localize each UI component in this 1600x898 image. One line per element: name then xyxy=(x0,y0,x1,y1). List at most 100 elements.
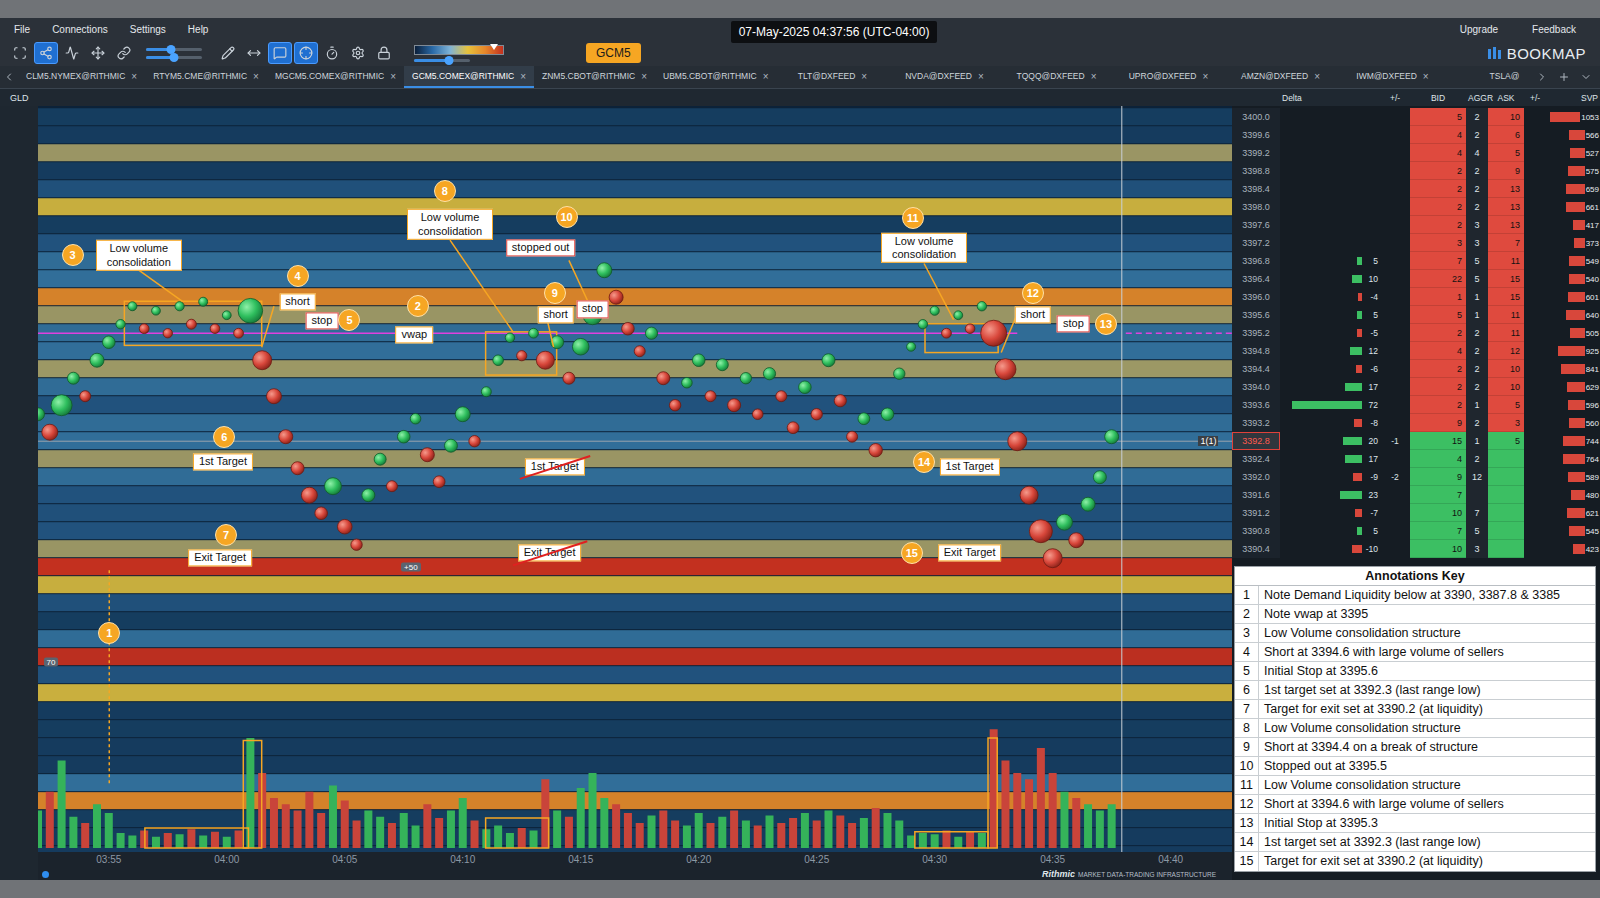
tab-close[interactable]: × xyxy=(1202,71,1208,82)
tab-close[interactable]: × xyxy=(1314,71,1320,82)
trade-bubble[interactable] xyxy=(1008,432,1027,451)
trade-bubble[interactable] xyxy=(977,302,986,311)
trade-bubble[interactable] xyxy=(337,519,352,534)
ask-cell[interactable] xyxy=(1488,540,1524,558)
trade-bubble[interactable] xyxy=(291,462,304,475)
bid-cell[interactable]: 22 xyxy=(1410,270,1466,288)
trade-bubble[interactable] xyxy=(517,351,527,361)
instrument-tab[interactable]: RTYM5.CME@RITHMIC× xyxy=(145,66,267,88)
trade-bubble[interactable] xyxy=(139,324,149,334)
trade-bubble[interactable] xyxy=(1081,497,1095,511)
trade-bubble[interactable] xyxy=(175,302,184,311)
trade-bubble[interactable] xyxy=(1093,471,1106,484)
header-cell[interactable]: Delta xyxy=(1280,93,1380,103)
ask-cell[interactable]: 11 xyxy=(1488,324,1524,342)
tool-button[interactable] xyxy=(60,42,84,64)
ask-cell[interactable]: 15 xyxy=(1488,288,1524,306)
tool-button[interactable] xyxy=(320,42,344,64)
tool-button[interactable] xyxy=(8,42,32,64)
bid-cell[interactable]: 2 xyxy=(1410,162,1466,180)
trade-bubble[interactable] xyxy=(787,422,799,434)
trade-bubble[interactable] xyxy=(1020,486,1038,504)
ask-cell[interactable]: 13 xyxy=(1488,198,1524,216)
ask-cell[interactable]: 5 xyxy=(1488,396,1524,414)
tool-button[interactable] xyxy=(242,42,266,64)
toolbar-slider[interactable] xyxy=(146,48,202,51)
bid-cell[interactable]: 5 xyxy=(1410,306,1466,324)
trade-bubble[interactable] xyxy=(455,407,470,422)
tool-button[interactable] xyxy=(294,42,318,64)
header-cell[interactable]: BID xyxy=(1410,93,1466,103)
trade-bubble[interactable] xyxy=(740,373,751,384)
header-cell[interactable]: +/- xyxy=(1380,93,1410,103)
trade-bubble[interactable] xyxy=(907,342,916,351)
tab-close[interactable]: × xyxy=(1091,71,1097,82)
menu-item[interactable]: File xyxy=(14,24,30,35)
trade-bubble[interactable] xyxy=(728,399,741,412)
instrument-tab[interactable]: IWM@DXFEED× xyxy=(1336,66,1448,88)
tool-button[interactable] xyxy=(372,42,396,64)
header-cell[interactable]: SVP xyxy=(1546,93,1600,103)
instrument-tab[interactable]: GCM5.COMEX@RITHMIC× xyxy=(404,66,534,88)
trade-bubble[interactable] xyxy=(234,328,244,338)
trade-bubble[interactable] xyxy=(954,311,963,320)
trade-bubble[interactable] xyxy=(657,372,670,385)
trade-bubble[interactable] xyxy=(444,439,457,452)
tab-close[interactable]: × xyxy=(1423,71,1429,82)
trade-bubble[interactable] xyxy=(222,311,231,320)
trade-bubble[interactable] xyxy=(481,387,491,397)
trade-bubble[interactable] xyxy=(90,353,104,367)
bid-cell[interactable]: 1 xyxy=(1410,288,1466,306)
trade-bubble[interactable] xyxy=(881,408,894,421)
header-cell[interactable]: +/- xyxy=(1524,93,1546,103)
bid-cell[interactable]: 3 xyxy=(1410,234,1466,252)
trade-bubble[interactable] xyxy=(397,430,410,443)
trade-bubble[interactable] xyxy=(266,389,281,404)
trade-bubble[interactable] xyxy=(152,306,161,315)
trade-bubble[interactable] xyxy=(386,481,397,492)
trade-bubble[interactable] xyxy=(433,476,445,488)
bid-cell[interactable]: 2 xyxy=(1410,360,1466,378)
trade-bubble[interactable] xyxy=(822,354,835,367)
ask-cell[interactable]: 7 xyxy=(1488,234,1524,252)
trade-bubble[interactable] xyxy=(669,400,680,411)
ask-cell[interactable] xyxy=(1488,468,1524,486)
instrument-tab[interactable]: NVDA@DXFEED× xyxy=(888,66,1000,88)
bid-cell[interactable]: 4 xyxy=(1410,450,1466,468)
toolbar-slider[interactable] xyxy=(414,59,470,62)
bid-cell[interactable]: 10 xyxy=(1410,504,1466,522)
trade-bubble[interactable] xyxy=(324,478,341,495)
heatmap-chart[interactable]: +50701(1)Low volume consolidationLow vol… xyxy=(38,106,1232,852)
trade-bubble[interactable] xyxy=(238,298,263,323)
trade-bubble[interactable] xyxy=(536,351,554,369)
instrument-tab[interactable]: TLT@DXFEED× xyxy=(776,66,888,88)
bid-cell[interactable]: 7 xyxy=(1410,522,1466,540)
trade-bubble[interactable] xyxy=(752,409,763,420)
trade-bubble[interactable] xyxy=(572,338,589,355)
trade-bubble[interactable] xyxy=(1056,514,1072,530)
color-gradient[interactable] xyxy=(414,45,504,55)
trade-bubble[interactable] xyxy=(563,372,575,384)
ask-cell[interactable] xyxy=(1488,522,1524,540)
trade-bubble[interactable] xyxy=(763,368,775,380)
trade-bubble[interactable] xyxy=(811,409,822,420)
instrument-tab[interactable]: AMZN@DXFEED× xyxy=(1224,66,1336,88)
trade-bubble[interactable] xyxy=(634,346,645,357)
trade-bubble[interactable] xyxy=(493,355,504,366)
ask-cell[interactable]: 15 xyxy=(1488,270,1524,288)
bid-cell[interactable]: 2 xyxy=(1410,198,1466,216)
ask-cell[interactable]: 13 xyxy=(1488,216,1524,234)
trade-bubble[interactable] xyxy=(705,391,716,402)
header-cell[interactable]: ASK xyxy=(1488,93,1524,103)
trade-bubble[interactable] xyxy=(163,329,172,338)
tab-close[interactable]: × xyxy=(978,71,984,82)
bid-cell[interactable]: 4 xyxy=(1410,144,1466,162)
instrument-tab[interactable]: UPRO@DXFEED× xyxy=(1112,66,1224,88)
header-cell[interactable]: AGGR xyxy=(1466,93,1488,103)
trade-bubble[interactable] xyxy=(505,333,514,342)
trade-bubble[interactable] xyxy=(858,413,870,425)
slider-knob[interactable] xyxy=(170,53,179,62)
tab-close[interactable]: × xyxy=(390,71,396,82)
ask-cell[interactable] xyxy=(1488,450,1524,468)
trade-bubble[interactable] xyxy=(67,372,79,384)
